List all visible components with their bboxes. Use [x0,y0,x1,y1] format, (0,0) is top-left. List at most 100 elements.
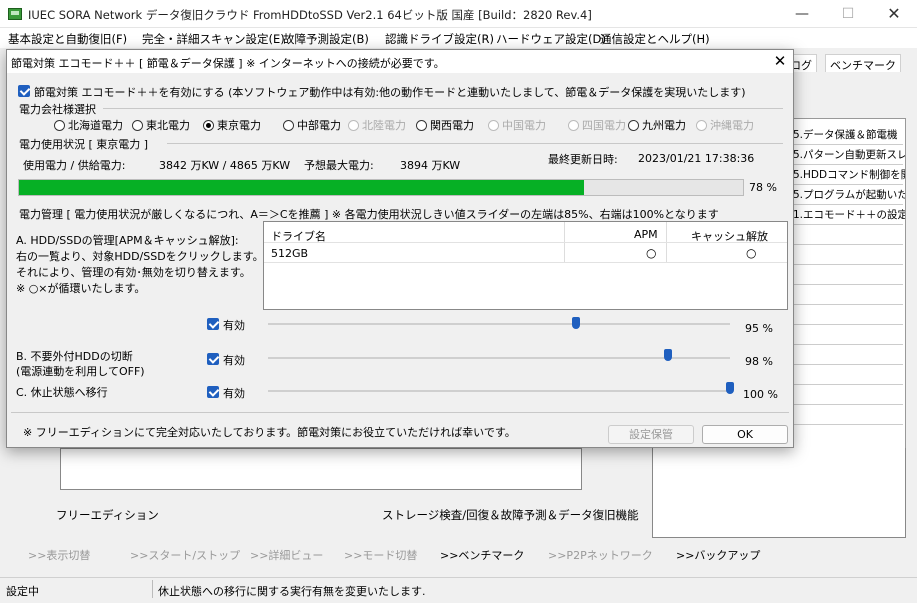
radio-dot [348,119,359,131]
company-radio-label: 九州電力 [642,119,686,132]
peak-label: 予想最大電力: [304,159,374,172]
eco-mode-label: 節電対策 エコモード＋＋を有効にする (本ソフトウェア動作中は有効:他の動作モー… [34,86,746,99]
apm-slider-track[interactable] [268,323,730,325]
hdd-disconnect-desc: (電源連動を利用してOFF) [16,365,145,378]
feature-label: ストレージ検査/回復＆故障予測＆データ復旧機能 [382,508,639,522]
eco-mode-checkbox[interactable] [18,85,30,97]
hdd-disconnect-slider-track[interactable] [268,357,730,359]
company-radio-label: 沖縄電力 [710,119,754,132]
log-divider [791,144,903,145]
dialog-close-button[interactable]: ✕ [769,52,791,70]
app-title: IUEC SORA Network データ復旧クラウド FromHDDtoSSD… [28,8,592,22]
menu-network-help[interactable]: 通信設定とヘルプ(H) [600,31,710,47]
radio-dot [628,119,639,131]
peak-value: 3894 万KW [400,159,461,172]
ok-button[interactable]: OK [702,425,788,444]
company-radio-label: 関西電力 [430,119,474,132]
maximize-button[interactable]: ☐ [825,0,871,28]
status-state: 設定中 [6,585,39,598]
group-divider [167,143,783,144]
updated-label: 最終更新日時: [548,153,618,166]
company-radio-label: 中部電力 [297,119,341,132]
hdd-disconnect-checkbox[interactable] [207,353,219,365]
cache-status-icon[interactable]: ○ [746,246,756,260]
company-radio-label: 北陸電力 [362,119,406,132]
dialog-title: 節電対策 エコモード＋＋ [ 節電＆データ保護 ] ※ インターネットへの接続が… [11,57,445,70]
company-group-label: 電力会社様選択 [19,103,96,116]
menu-drive-settings[interactable]: 認識ドライブ設定(R) [385,31,494,47]
hdd-disconnect-slider-thumb[interactable] [664,349,673,361]
hdd-disconnect-desc: B. 不要外付HDDの切断 [16,350,133,363]
menu-failure-prediction[interactable]: 故障予測設定(B) [283,31,369,47]
log-divider [791,224,903,225]
company-radio-label: 東京電力 [217,119,261,132]
log-divider [791,404,903,405]
log-divider [791,324,903,325]
company-radio-label: 東北電力 [146,119,190,132]
company-radio-5[interactable]: 関西電力 [416,117,474,133]
hibernate-desc: C. 休止状態へ移行 [16,386,108,399]
company-radio-2[interactable]: 東京電力 [203,117,261,133]
apm-enable-label: 有効 [223,319,245,332]
hibernate-threshold-percent: 100 % [743,388,778,401]
footer-divider [11,412,789,413]
nav-start-stop[interactable]: >>スタート/ストップ [130,547,240,563]
nav-mode-toggle[interactable]: >>モード切替 [344,547,417,563]
title-bar: IUEC SORA Network データ復旧クラウド FromHDDtoSSD… [0,0,917,28]
eco-mode-dialog: 節電対策 エコモード＋＋ [ 節電＆データ保護 ] ※ インターネットへの接続が… [6,49,794,448]
log-divider [791,424,903,425]
log-divider [791,364,903,365]
status-divider [152,580,153,598]
radio-dot [54,119,65,131]
minimize-button[interactable]: — [779,0,825,28]
hdd-disconnect-threshold-percent: 98 % [745,355,773,368]
log-line: 5.プログラムが起動いた [793,189,906,201]
menu-scan-settings[interactable]: 完全・詳細スキャン設定(E) [142,31,285,47]
nav-p2p-network[interactable]: >>P2Pネットワーク [548,547,653,563]
nav-detail-view[interactable]: >>詳細ビュー [250,547,323,563]
hibernate-enable-label: 有効 [223,387,245,400]
hdd-disconnect-enable-label: 有効 [223,354,245,367]
company-radio-label: 四国電力 [582,119,626,132]
nav-benchmark[interactable]: >>ベンチマーク [440,547,524,563]
log-divider [791,164,903,165]
table-row[interactable]: 512GB ○ ○ [264,243,787,262]
nav-backup[interactable]: >>バックアップ [676,547,760,563]
log-divider [791,184,903,185]
company-radio-7: 四国電力 [568,117,626,133]
power-usage-bar [18,179,744,196]
apm-slider-thumb[interactable] [572,317,580,329]
radio-dot [696,119,707,131]
dialog-title-bar: 節電対策 エコモード＋＋ [ 節電＆データ保護 ] ※ インターネットへの接続が… [7,50,793,73]
nav-display-toggle[interactable]: >>表示切替 [28,547,90,563]
company-radio-8[interactable]: 九州電力 [628,117,686,133]
radio-dot [203,119,214,131]
navigation-bar: >>表示切替 >>スタート/ストップ >>詳細ビュー >>モード切替 >>ベンチ… [0,542,917,564]
footer-note: ※ フリーエディションにて完全対応いたしております。節電対策にお役立ていただけれ… [23,426,516,439]
apm-status-icon[interactable]: ○ [646,246,656,260]
log-divider [791,304,903,305]
column-apm[interactable]: APM [634,228,658,241]
radio-dot [132,119,143,131]
background-tabs: ログ ベンチマーク [785,52,917,72]
apm-desc-line: 右の一覧より、対象HDD/SSDをクリックします。 [16,250,264,263]
drive-table: ドライブ名 APM キャッシュ解放 512GB ○ ○ [263,221,788,310]
tab-benchmark[interactable]: ベンチマーク [825,54,901,72]
hibernate-slider-thumb[interactable] [726,382,734,394]
apm-enable-checkbox[interactable] [207,318,219,330]
company-radio-1[interactable]: 東北電力 [132,117,190,133]
radio-dot [568,119,579,131]
company-radio-3[interactable]: 中部電力 [283,117,341,133]
save-settings-button[interactable]: 設定保管 [608,425,694,444]
hibernate-slider-track[interactable] [268,390,730,392]
drive-name-cell: 512GB [271,247,309,260]
log-divider [791,204,903,205]
company-radio-0[interactable]: 北海道電力 [54,117,123,133]
company-radio-4: 北陸電力 [348,117,406,133]
close-button[interactable]: ✕ [871,0,917,28]
menu-basic-settings[interactable]: 基本設定と自動復旧(F) [8,31,127,47]
group-divider [103,108,783,109]
apm-desc-line: A. HDD/SSDの管理[APM＆キャッシュ解放]: [16,234,239,247]
menu-hardware-settings[interactable]: ハードウェア設定(D) [496,31,606,47]
hibernate-checkbox[interactable] [207,386,219,398]
